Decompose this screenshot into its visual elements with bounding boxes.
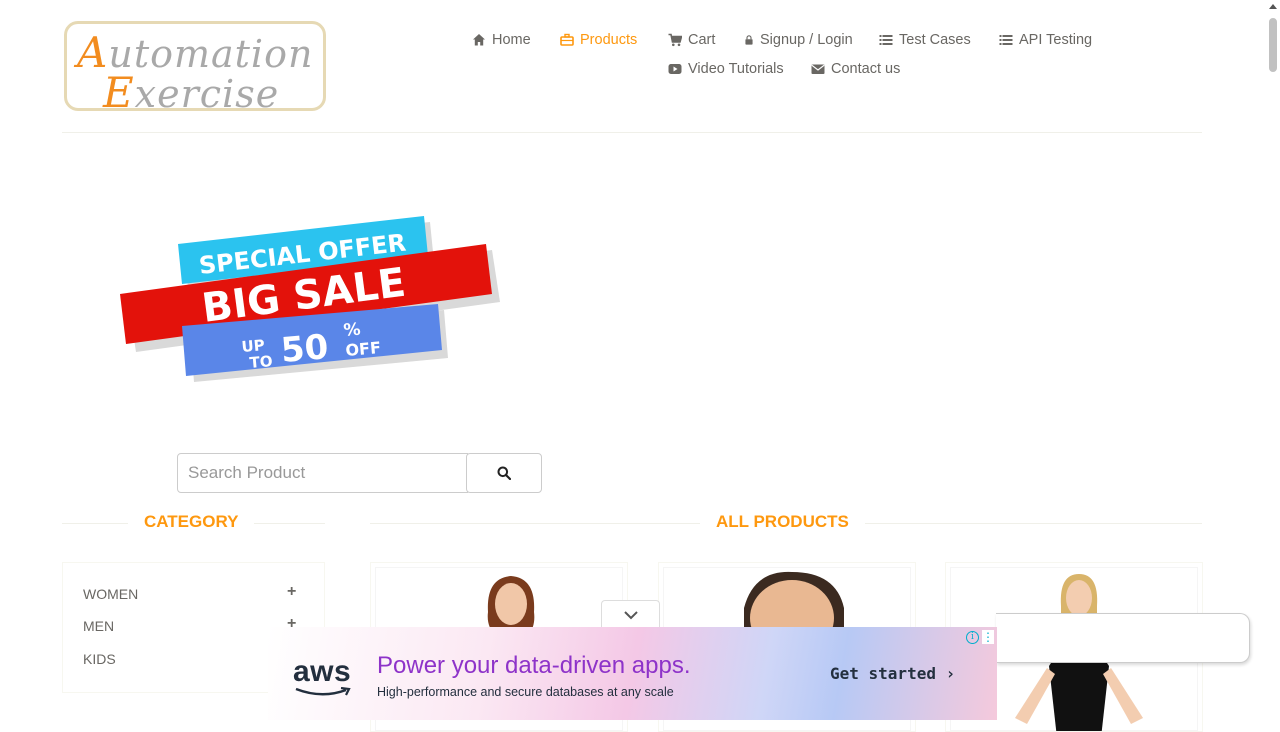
nav-contact-us[interactable]: Contact us	[811, 61, 900, 77]
ad-banner[interactable]: aws Power your data-driven apps. High-pe…	[268, 627, 997, 720]
sale-banner: SPECIAL OFFER BIG SALE UP TO 50 % OFF	[118, 210, 508, 390]
nav-home[interactable]: Home	[472, 32, 531, 48]
popup-bubble	[996, 613, 1250, 663]
list-icon	[879, 35, 893, 45]
home-icon	[473, 34, 485, 46]
list-icon	[999, 35, 1013, 45]
chevron-down-icon	[623, 610, 638, 619]
nav-products[interactable]: Products	[560, 32, 637, 48]
ad-more-icon[interactable]: ⋮	[982, 630, 994, 644]
lock-icon	[745, 35, 753, 45]
all-products-title: All Products	[700, 512, 865, 532]
category-title: Category	[128, 512, 255, 532]
ad-info-icon[interactable]: i	[966, 631, 979, 644]
nav-test-cases[interactable]: Test Cases	[879, 32, 971, 48]
page-scrollbar[interactable]	[1266, 0, 1280, 720]
search-icon	[497, 466, 511, 480]
scroll-up-icon[interactable]	[1269, 4, 1277, 9]
category-kids[interactable]: Kids	[83, 651, 116, 667]
logo-line-2: Exercise	[103, 68, 280, 117]
youtube-play-icon	[668, 64, 682, 74]
nav-cart[interactable]: Cart	[668, 32, 715, 48]
banner-to: TO	[249, 352, 273, 372]
ad-subline: High-performance and secure databases at…	[377, 685, 674, 699]
ad-get-started-button[interactable]: Get started ›	[830, 664, 955, 683]
banner-fifty: 50	[279, 327, 330, 371]
nav-video-tutorials[interactable]: Video Tutorials	[668, 61, 784, 77]
scroll-thumb[interactable]	[1269, 18, 1277, 72]
cart-icon	[668, 33, 682, 47]
aws-logo: aws	[293, 655, 352, 688]
nav-signup-login[interactable]: Signup / Login	[744, 32, 853, 48]
category-men[interactable]: Men	[83, 618, 114, 634]
category-women[interactable]: Women	[83, 586, 138, 602]
product-search	[177, 453, 542, 493]
search-button[interactable]	[466, 453, 542, 493]
expand-women-icon[interactable]: +	[287, 583, 296, 601]
site-header: Automation Exercise Home Products Cart S…	[62, 0, 1202, 133]
ad-headline: Power your data-driven apps.	[377, 652, 691, 679]
site-logo[interactable]: Automation Exercise	[64, 21, 326, 117]
briefcase-icon	[560, 33, 574, 46]
banner-percent: %	[343, 320, 362, 341]
banner-off: OFF	[345, 338, 382, 360]
ad-collapse-toggle[interactable]	[601, 600, 660, 628]
envelope-icon	[811, 64, 825, 74]
aws-smile-icon	[295, 687, 351, 696]
search-input[interactable]	[177, 453, 468, 493]
nav-api-testing[interactable]: API Testing	[999, 32, 1092, 48]
